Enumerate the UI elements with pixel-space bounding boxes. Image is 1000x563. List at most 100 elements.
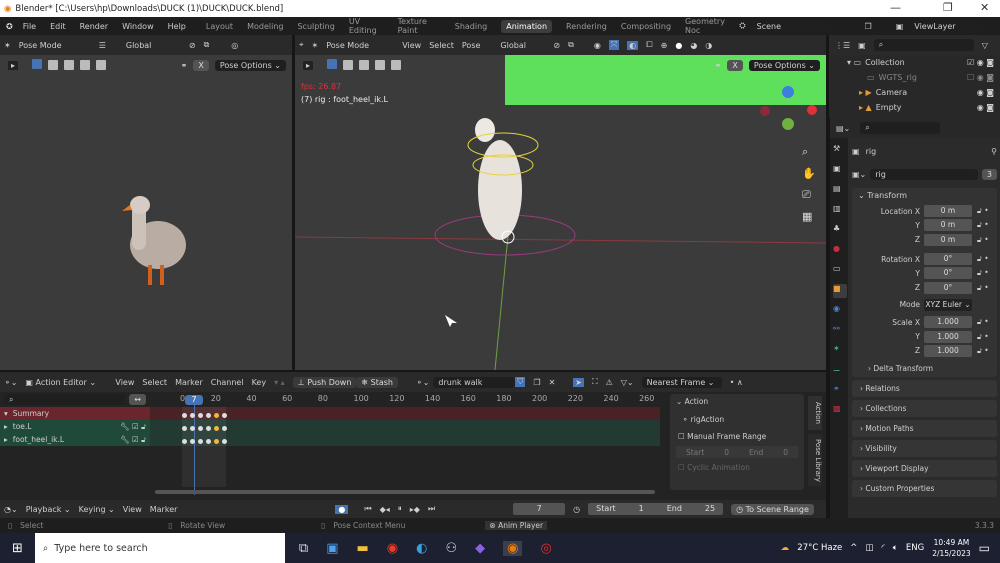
weather-text[interactable]: 27°C Haze [797, 543, 842, 553]
menu-view[interactable]: View [115, 378, 134, 387]
view-layer-icon[interactable]: ▣ [896, 22, 904, 31]
scene-icon[interactable]: ⛭ [739, 21, 745, 31]
visibility-eye-icon[interactable]: ☑ ◉ ◙ [967, 58, 994, 67]
action-browse-icon[interactable]: ⚬⌄ [416, 378, 429, 387]
menu-key[interactable]: Key [252, 378, 267, 387]
app-icon[interactable]: ⚇ [445, 541, 457, 556]
tab-animation[interactable]: Animation [501, 19, 553, 33]
channel-summary[interactable]: ▾ Summary [0, 407, 150, 420]
anim-player-task[interactable]: ⊗ Anim Player [485, 521, 548, 530]
lock-icon[interactable]: 🔓︎ • [977, 268, 989, 278]
channel-search-input[interactable]: ⌕ [4, 394, 126, 405]
proportional-edit-icon[interactable]: • ∧ [730, 378, 743, 387]
duplicate-action-icon[interactable]: ❐ [533, 378, 540, 387]
minimize-button[interactable]: — [890, 1, 901, 14]
menu-window[interactable]: Window [122, 22, 154, 31]
channel-toe-l[interactable]: ▸ toe.L 🔧︎ ☑ 🔓︎ [0, 420, 150, 433]
panel-viewport-display[interactable]: › Viewport Display [852, 459, 997, 477]
scale-x-field[interactable]: 1.000 [924, 316, 972, 329]
outliner-search-input[interactable]: ⌕ [873, 39, 974, 51]
lock-icon[interactable]: 🔓︎ • [977, 254, 989, 264]
select-intersect-icon[interactable] [96, 60, 107, 70]
weather-icon[interactable]: ☁ [781, 543, 790, 553]
network-icon[interactable]: ◫ [865, 543, 873, 553]
close-button[interactable]: ✕ [980, 1, 989, 14]
rotation-mode-select[interactable]: XYZ Euler ⌄ [924, 298, 972, 311]
object-name-field[interactable]: rig [870, 168, 978, 180]
language-indicator[interactable]: ENG [906, 543, 924, 553]
maximize-button[interactable]: ❐ [943, 1, 953, 14]
swap-icon[interactable]: ↔ [129, 394, 146, 405]
lock-icon[interactable]: 🔓︎ • [977, 220, 989, 230]
pan-hand-icon[interactable]: ✋ [802, 167, 816, 180]
scale-z-field[interactable]: 1.000 [924, 344, 972, 357]
menu-toggle-icon[interactable]: ☰ [99, 41, 106, 50]
channel-controls-icon[interactable]: 🔧︎ ☑ 🔓︎ [120, 422, 146, 432]
rotation-z-field[interactable]: 0° [924, 281, 972, 294]
filter-view-icon[interactable]: ▣ [858, 41, 866, 50]
menu-select[interactable]: Select [142, 378, 167, 387]
stash-button[interactable]: ❄ Stash [356, 376, 398, 388]
x-mirror-toggle[interactable]: X [193, 59, 209, 71]
mode-selector[interactable]: Pose Mode [19, 41, 91, 50]
end-field[interactable]: 0 [783, 448, 788, 457]
scene-selector[interactable]: Scene [751, 20, 833, 32]
volume-icon[interactable]: 🔈︎ [893, 543, 898, 553]
auto-keying-button[interactable]: ● [335, 504, 349, 514]
menu-keying[interactable]: Keying ⌄ [79, 505, 115, 514]
menu-render[interactable]: Render [80, 22, 108, 31]
lock-icon[interactable]: 🔓︎ • [977, 317, 989, 327]
proportional-icon[interactable]: ◎ [231, 41, 238, 50]
edge-icon[interactable]: ◐ [416, 541, 427, 556]
tray-chevron-icon[interactable]: ^ [850, 543, 857, 553]
jump-keyframe-back-icon[interactable]: ◆◂ [380, 505, 390, 514]
lock-icon[interactable]: 🔓︎ • [977, 206, 989, 216]
transform-panel-header[interactable]: ⌄ Transform [852, 188, 997, 204]
tab-uv-editing[interactable]: UV Editing [349, 17, 384, 35]
pin-icon[interactable]: ⚲ [991, 147, 997, 156]
menu-file[interactable]: File [23, 22, 36, 31]
chrome-icon[interactable]: ◉ [387, 541, 398, 556]
dopesheet-mode-selector[interactable]: ▣ Action Editor ⌄ [25, 378, 107, 387]
task-view-icon[interactable]: ⧉ [299, 541, 308, 556]
rotation-y-field[interactable]: 0° [924, 267, 972, 280]
unlink-action-icon[interactable]: ✕ [549, 378, 556, 387]
visibility-eye-icon[interactable]: ☐ ◉ ◙ [967, 73, 994, 82]
location-x-field[interactable]: 0 m [924, 205, 972, 218]
current-frame-field[interactable]: 7 [513, 503, 566, 515]
pause-button[interactable]: ⏸ [398, 504, 402, 514]
horizontal-scrollbar[interactable] [155, 490, 655, 494]
bone-tab-icon[interactable]: ⚊ [833, 364, 847, 378]
render-tab-icon[interactable]: ▣ [833, 164, 847, 178]
collection-tab-icon[interactable]: ▭ [833, 264, 847, 278]
wifi-icon[interactable]: ◜ [881, 543, 884, 553]
perspective-grid-icon[interactable]: ▦ [802, 210, 816, 223]
left-viewport[interactable]: ✶ Pose Mode ☰ Global ⊘ ⧉ ◎ ▸ ⚭ X Pose Op… [0, 35, 292, 370]
visibility-eye-icon[interactable]: ◉ ◙ [977, 103, 994, 112]
select-box-icon[interactable] [32, 59, 43, 71]
select-subtract-icon[interactable] [64, 60, 75, 70]
taskbar-search-input[interactable]: ⌕ Type here to search [34, 533, 285, 563]
rotation-x-field[interactable]: 0° [924, 253, 972, 266]
manual-frame-range-checkbox[interactable]: ☐ Manual Frame Range [670, 430, 804, 443]
snap-icon[interactable]: ⧉ [204, 40, 210, 50]
location-z-field[interactable]: 0 m [924, 233, 972, 246]
orientation-selector[interactable]: Global [126, 41, 181, 50]
menu-help[interactable]: Help [168, 22, 186, 31]
constraint-tab-icon[interactable]: ⚯ [833, 324, 847, 338]
editor-type-icon[interactable]: ⚬⌄ [4, 378, 17, 387]
tab-sculpting[interactable]: Sculpting [297, 22, 334, 31]
panel-custom-properties[interactable]: › Custom Properties [852, 479, 997, 497]
start-field[interactable]: 0 [724, 448, 729, 457]
main-viewport[interactable]: ⌖ ✶ Pose Mode View Select Pose Global ⊘ … [295, 35, 826, 370]
outliner-item-collection[interactable]: ▾ ▭ Collection ☑ ◉ ◙ [829, 55, 1000, 70]
menu-view[interactable]: View [123, 505, 142, 514]
filter-icon[interactable]: ▽ [982, 41, 988, 50]
blender-menu-icon[interactable]: ✪ [6, 22, 13, 31]
start-frame-field[interactable]: 1 [639, 503, 644, 515]
select-invert-icon[interactable] [80, 60, 91, 70]
outliner-item-empty[interactable]: ▸ ▲ Empty ◉ ◙ [829, 100, 1000, 115]
editor-type-icon[interactable]: ▤⌄ [836, 124, 850, 133]
sidebar-tab-pose-library[interactable]: Pose Library [808, 434, 822, 486]
dopesheet-area[interactable]: 0 20 40 60 80 100 120 140 160 180 200 220 240 260 7 [150, 392, 660, 500]
